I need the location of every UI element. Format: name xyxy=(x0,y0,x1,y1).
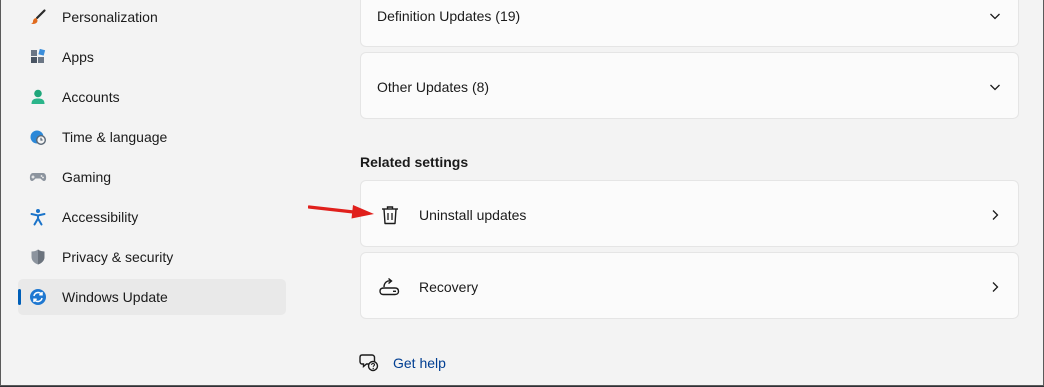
sidebar-item-apps[interactable]: Apps xyxy=(18,39,286,75)
other-updates-label: Other Updates (8) xyxy=(377,79,490,95)
sidebar-item-label: Privacy & security xyxy=(62,249,174,265)
related-settings-heading: Related settings xyxy=(360,154,469,170)
globe-clock-icon xyxy=(28,127,48,147)
accessibility-icon xyxy=(28,207,48,227)
sidebar-item-windows-update[interactable]: Windows Update xyxy=(18,279,286,315)
sidebar-item-label: Windows Update xyxy=(62,289,168,305)
recovery-label: Recovery xyxy=(419,279,479,295)
sidebar-item-label: Accessibility xyxy=(62,209,139,225)
shield-icon xyxy=(28,247,48,267)
sidebar-item-label: Gaming xyxy=(62,169,112,185)
sidebar-item-label: Accounts xyxy=(62,89,120,105)
trash-icon xyxy=(382,206,398,225)
definition-updates-expander[interactable]: Definition Updates (19) xyxy=(360,0,1019,47)
recovery-icon xyxy=(379,277,400,296)
definition-updates-label: Definition Updates (19) xyxy=(377,8,521,24)
sidebar-item-label: Personalization xyxy=(62,9,158,25)
person-icon xyxy=(28,87,48,107)
sidebar-item-accounts[interactable]: Accounts xyxy=(18,79,286,115)
sync-icon xyxy=(28,287,48,307)
sidebar-item-gaming[interactable]: Gaming xyxy=(18,159,286,195)
uninstall-updates-label: Uninstall updates xyxy=(419,207,527,223)
chevron-down-icon xyxy=(990,13,1000,20)
chevron-down-icon xyxy=(990,84,1000,91)
active-indicator xyxy=(18,289,21,305)
sidebar-item-accessibility[interactable]: Accessibility xyxy=(18,199,286,235)
chevron-right-icon xyxy=(992,210,999,220)
sidebar-item-personalization[interactable]: Personalization xyxy=(18,0,286,35)
sidebar-item-label: Time & language xyxy=(62,129,168,145)
sidebar-item-privacy-security[interactable]: Privacy & security xyxy=(18,239,286,275)
recovery-button[interactable]: Recovery xyxy=(360,252,1019,319)
help-icon[interactable] xyxy=(359,352,379,372)
other-updates-expander[interactable]: Other Updates (8) xyxy=(360,52,1019,119)
sidebar-item-time-language[interactable]: Time & language xyxy=(18,119,286,155)
get-help-link[interactable]: Get help xyxy=(393,355,446,371)
gamepad-icon xyxy=(28,167,48,187)
brush-icon xyxy=(28,7,48,27)
annotation-arrow xyxy=(308,205,374,219)
chevron-right-icon xyxy=(992,282,999,292)
uninstall-updates-button[interactable]: Uninstall updates xyxy=(360,180,1019,247)
sidebar-item-label: Apps xyxy=(62,49,94,65)
settings-window: Personalization Apps Accounts Time & lan… xyxy=(0,0,1044,386)
apps-icon xyxy=(28,47,48,67)
sidebar-nav: Personalization Apps Accounts Time & lan… xyxy=(1,0,301,385)
